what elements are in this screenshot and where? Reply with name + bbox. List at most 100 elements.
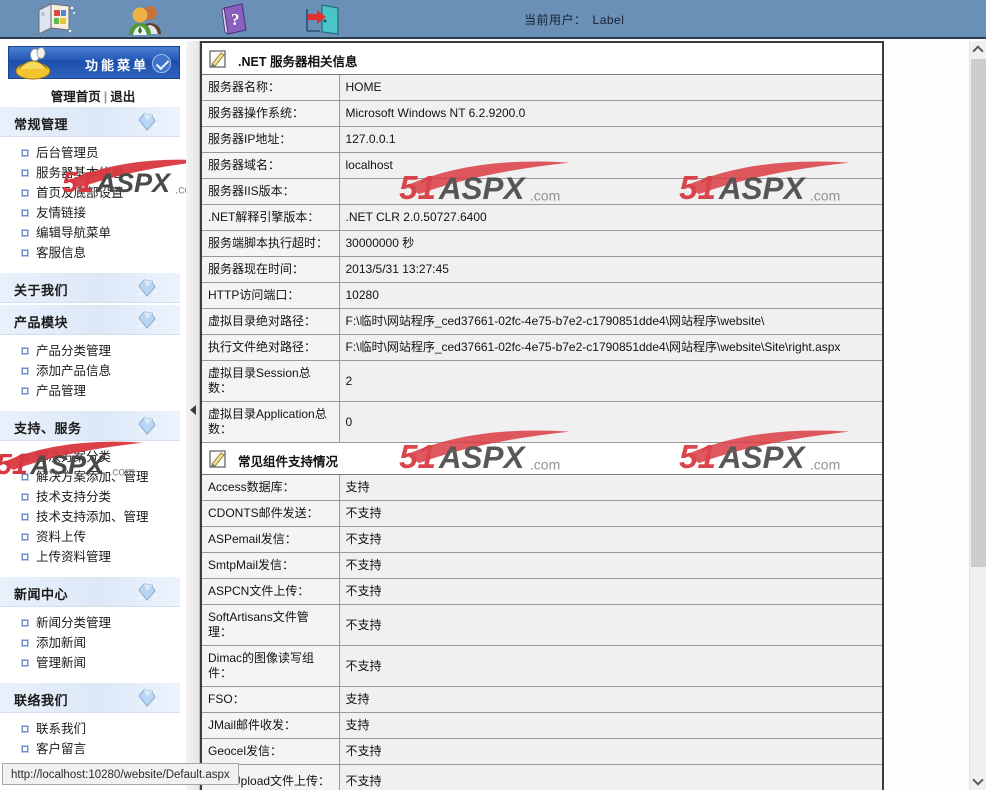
table-cell-key: 虚拟目录Session总数： (202, 360, 340, 402)
table-cell-value: 不支持 (339, 552, 882, 579)
nav-group-title: 联络我们 (14, 693, 69, 708)
table-cell-value: 不支持 (339, 738, 882, 765)
bullet-icon (21, 619, 29, 627)
table-row: JMail邮件收发： 支持 (202, 712, 882, 739)
nav-group: 关于我们 (0, 273, 186, 303)
nav-group-header[interactable]: 常规管理 (0, 107, 180, 137)
bullet-icon (21, 639, 29, 647)
scrollbar-thumb[interactable] (971, 59, 986, 567)
sidebar-item[interactable]: 技术支持添加、管理 (0, 507, 186, 527)
table-row: SmtpMail发信： 不支持 (202, 552, 882, 579)
help-book-icon[interactable]: ? (212, 2, 256, 36)
top-toolbar: ? 当前用户： Label (0, 0, 986, 39)
sidebar-item[interactable]: 添加新闻 (0, 633, 186, 653)
chevron-down-icon[interactable] (152, 54, 171, 73)
bullet-icon (21, 149, 29, 157)
nav-group-header[interactable]: 关于我们 (0, 273, 180, 303)
table-cell-value: Microsoft Windows NT 6.2.9200.0 (339, 100, 882, 127)
scroll-down-button[interactable] (970, 773, 986, 790)
nav-group-title: 关于我们 (14, 283, 69, 298)
sidebar-item[interactable]: 管理新闻 (0, 653, 186, 673)
table-cell-value: 不支持 (339, 500, 882, 527)
table-cell-value (339, 178, 882, 205)
sidebar-item[interactable]: 新闻分类管理 (0, 613, 186, 633)
table-cell-value: 127.0.0.1 (339, 126, 882, 153)
exit-door-icon[interactable] (300, 2, 344, 36)
sidebar-item[interactable]: 解决方案分类 (0, 447, 186, 467)
table-cell-value: 不支持 (339, 604, 882, 646)
vertical-scrollbar[interactable] (969, 41, 986, 790)
main-content: .NET 服务器相关信息 服务器名称： HOME 服务器操作系统： Microsoft… (200, 41, 884, 790)
table-cell-key: 服务器IIS版本： (202, 178, 340, 205)
sidebar-item-label: 新闻分类管理 (36, 616, 112, 630)
sidebar-collapse-handle[interactable] (186, 41, 200, 790)
sidebar-item[interactable]: 友情链接 (0, 203, 186, 223)
table-cell-value: 不支持 (339, 578, 882, 605)
nav-group-title: 产品模块 (14, 315, 69, 330)
nav-group-header[interactable]: 联络我们 (0, 683, 180, 713)
sidebar-item-label: 产品管理 (36, 384, 87, 398)
bullet-icon (21, 249, 29, 257)
function-menu-title: 功能菜单 (85, 58, 150, 73)
table-cell-key: Access数据库： (202, 475, 340, 501)
sidebar-item[interactable]: 客户留言 (0, 739, 186, 759)
table-cell-value: 0 (339, 401, 882, 443)
sidebar-item-label: 友情链接 (36, 206, 87, 220)
sidebar-item[interactable]: 产品分类管理 (0, 341, 186, 361)
component-panel-title: 常见组件支持情况 (238, 455, 339, 469)
sidebar-item[interactable]: 产品管理 (0, 381, 186, 401)
sidebar-item[interactable]: 后台管理员 (0, 143, 186, 163)
sidebar-item[interactable]: 上传资料管理 (0, 547, 186, 567)
sidebar-item[interactable]: 客服信息 (0, 243, 186, 263)
table-cell-key: 服务端脚本执行超时： (202, 230, 340, 257)
sidebar-item[interactable]: 服务器基本信息 (0, 163, 186, 183)
table-cell-value: HOME (339, 75, 882, 101)
table-cell-key: CDONTS邮件发送： (202, 500, 340, 527)
sidebar-item-label: 联系我们 (36, 722, 87, 736)
nav-group-title: 常规管理 (14, 117, 69, 132)
table-row: SoftArtisans文件管理： 不支持 (202, 604, 882, 646)
sidebar-item-label: 添加产品信息 (36, 364, 112, 378)
table-row: HTTP访问端口： 10280 (202, 282, 882, 309)
sidebar-item[interactable]: 首页及底部设置 (0, 183, 186, 203)
nav-group-header[interactable]: 产品模块 (0, 305, 180, 335)
logout-link[interactable]: 退出 (110, 90, 135, 104)
scroll-up-button[interactable] (970, 41, 986, 58)
nav-group-header[interactable]: 支持、服务 (0, 411, 180, 441)
table-cell-key: 服务器操作系统： (202, 100, 340, 127)
table-cell-key: .NET解释引擎版本： (202, 204, 340, 231)
sidebar-item[interactable]: 技术支持分类 (0, 487, 186, 507)
table-cell-key: 虚拟目录Application总数： (202, 401, 340, 443)
sidebar-item[interactable]: 解决方案添加、管理 (0, 467, 186, 487)
pencil-note-icon (208, 449, 228, 469)
nav-group: 产品模块产品分类管理添加产品信息 产品管理 (0, 305, 186, 409)
bullet-icon (21, 725, 29, 733)
bullet-icon (21, 209, 29, 217)
nav-group-header[interactable]: 新闻中心 (0, 577, 180, 607)
table-cell-key: SmtpMail发信： (202, 552, 340, 579)
sidebar-item-label: 后台管理员 (36, 146, 99, 160)
table-row: 服务器域名： localhost (202, 152, 882, 179)
table-cell-value: 不支持 (339, 645, 882, 687)
sidebar-item[interactable]: 资料上传 (0, 527, 186, 547)
component-panel-header: 常见组件支持情况 (202, 443, 882, 475)
gallery-icon[interactable] (32, 2, 76, 36)
bullet-icon (21, 367, 29, 375)
bullet-icon (21, 347, 29, 355)
sidebar-item[interactable]: 添加产品信息 (0, 361, 186, 381)
table-cell-key: Dimac的图像读写组件： (202, 645, 340, 687)
current-user-display: 当前用户： Label (524, 11, 624, 28)
sidebar-item[interactable]: 编辑导航菜单 (0, 223, 186, 243)
table-cell-value: 支持 (339, 686, 882, 713)
table-row: 服务器操作系统： Microsoft Windows NT 6.2.9200.0 (202, 100, 882, 127)
current-user-label: 当前用户： (524, 13, 587, 27)
users-icon[interactable] (122, 2, 166, 36)
bullet-icon (21, 473, 29, 481)
admin-home-link[interactable]: 管理首页 (51, 90, 101, 104)
bullet-icon (21, 189, 29, 197)
table-row: 虚拟目录Session总数： 2 (202, 360, 882, 402)
sidebar-item[interactable]: 联系我们 (0, 719, 186, 739)
table-cell-key: JMail邮件收发： (202, 712, 340, 739)
gem-icon (136, 111, 158, 133)
table-cell-value: localhost (339, 152, 882, 179)
